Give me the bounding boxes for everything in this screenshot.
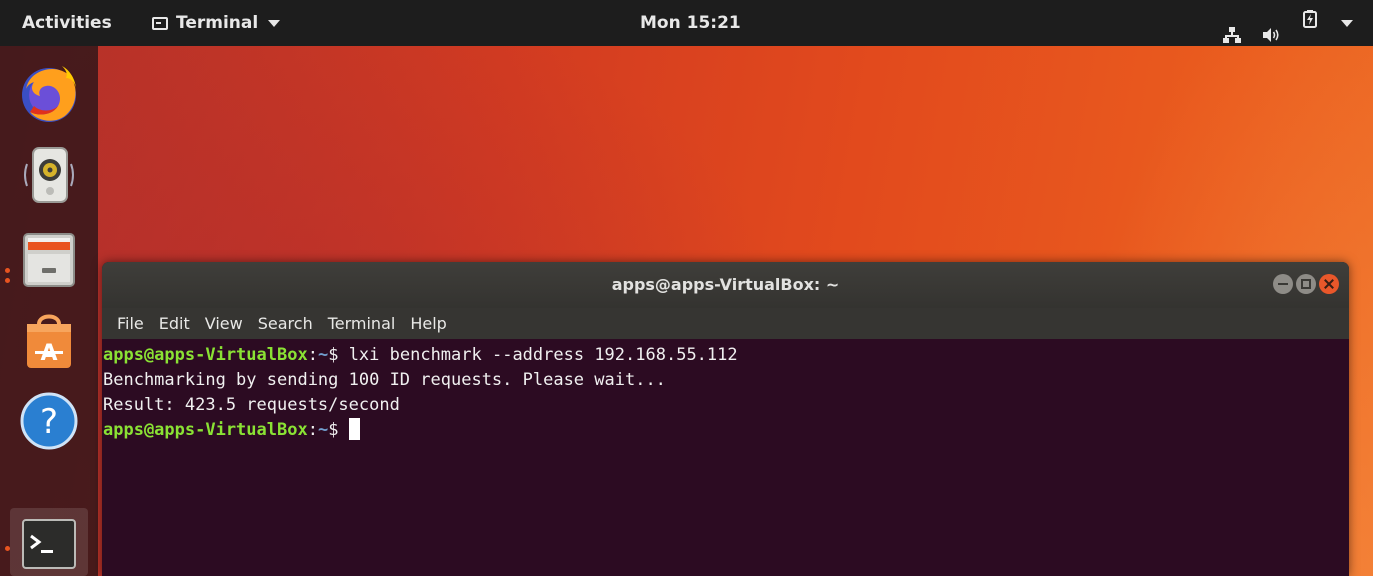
svg-text:?: ? <box>40 402 58 442</box>
prompt-user: apps@apps-VirtualBox <box>103 345 308 365</box>
window-controls <box>1273 274 1339 294</box>
dock-item-help[interactable]: ? <box>10 382 88 460</box>
terminal-line: Benchmarking by sending 100 ID requests.… <box>103 370 666 390</box>
terminal-line: Result: 423.5 requests/second <box>103 395 400 415</box>
prompt-path: ~ <box>317 345 329 365</box>
close-button[interactable] <box>1319 274 1339 294</box>
minimize-button[interactable] <box>1273 274 1293 294</box>
command-text: lxi benchmark --address 192.168.55.112 <box>348 345 738 365</box>
activities-button[interactable]: Activities <box>22 0 112 46</box>
dock-item-firefox[interactable] <box>10 54 88 132</box>
dock-item-files[interactable] <box>10 218 88 296</box>
menu-help[interactable]: Help <box>403 314 454 333</box>
terminal-app-icon <box>152 16 168 30</box>
dock: A ? <box>0 46 98 576</box>
network-icon <box>1223 15 1241 43</box>
dock-item-rhythmbox[interactable] <box>10 136 88 214</box>
prompt-path: ~ <box>317 420 329 440</box>
software-icon: A <box>27 314 71 368</box>
terminal-line: apps@apps-VirtualBox:~$ <box>103 418 1349 443</box>
prompt-end: $ <box>328 345 349 365</box>
text-cursor <box>348 418 360 440</box>
window-title: apps@apps-VirtualBox: ~ <box>611 275 840 294</box>
app-menu-label: Terminal <box>176 13 259 33</box>
top-bar: Activities Terminal Mon 15:21 <box>0 0 1373 46</box>
system-menu-chevron-down-icon <box>1341 19 1353 27</box>
chevron-down-icon <box>268 19 281 27</box>
menu-terminal[interactable]: Terminal <box>321 314 404 333</box>
files-icon <box>23 233 75 287</box>
dock-item-ubuntu-software[interactable]: A <box>10 300 88 378</box>
prompt-separator: : <box>307 420 318 440</box>
rhythmbox-icon <box>24 147 74 203</box>
firefox-icon <box>22 66 76 122</box>
prompt-user: apps@apps-VirtualBox <box>103 420 308 440</box>
prompt-separator: : <box>307 345 318 365</box>
menu-view[interactable]: View <box>198 314 251 333</box>
help-icon: ? <box>20 392 78 450</box>
volume-icon <box>1263 15 1281 42</box>
menu-edit[interactable]: Edit <box>152 314 198 333</box>
system-tray[interactable] <box>1223 0 1353 46</box>
terminal-line: apps@apps-VirtualBox:~$ lxi benchmark --… <box>103 343 1349 368</box>
terminal-output[interactable]: apps@apps-VirtualBox:~$ lxi benchmark --… <box>102 339 1349 576</box>
menu-search[interactable]: Search <box>251 314 321 333</box>
app-menu-button[interactable]: Terminal <box>152 0 281 46</box>
clock-button[interactable]: Mon 15:21 <box>640 0 741 46</box>
running-indicator <box>5 546 10 551</box>
dock-item-terminal[interactable] <box>10 508 88 576</box>
maximize-button[interactable] <box>1296 274 1316 294</box>
terminal-menubar: File Edit View Search Terminal Help <box>102 308 1349 339</box>
window-titlebar[interactable]: apps@apps-VirtualBox: ~ <box>102 262 1349 308</box>
terminal-icon <box>22 519 76 569</box>
menu-file[interactable]: File <box>110 314 152 333</box>
prompt-end: $ <box>328 420 349 440</box>
terminal-window[interactable]: apps@apps-VirtualBox: ~ File Edit View S… <box>102 262 1349 576</box>
battery-icon <box>1303 0 1317 46</box>
